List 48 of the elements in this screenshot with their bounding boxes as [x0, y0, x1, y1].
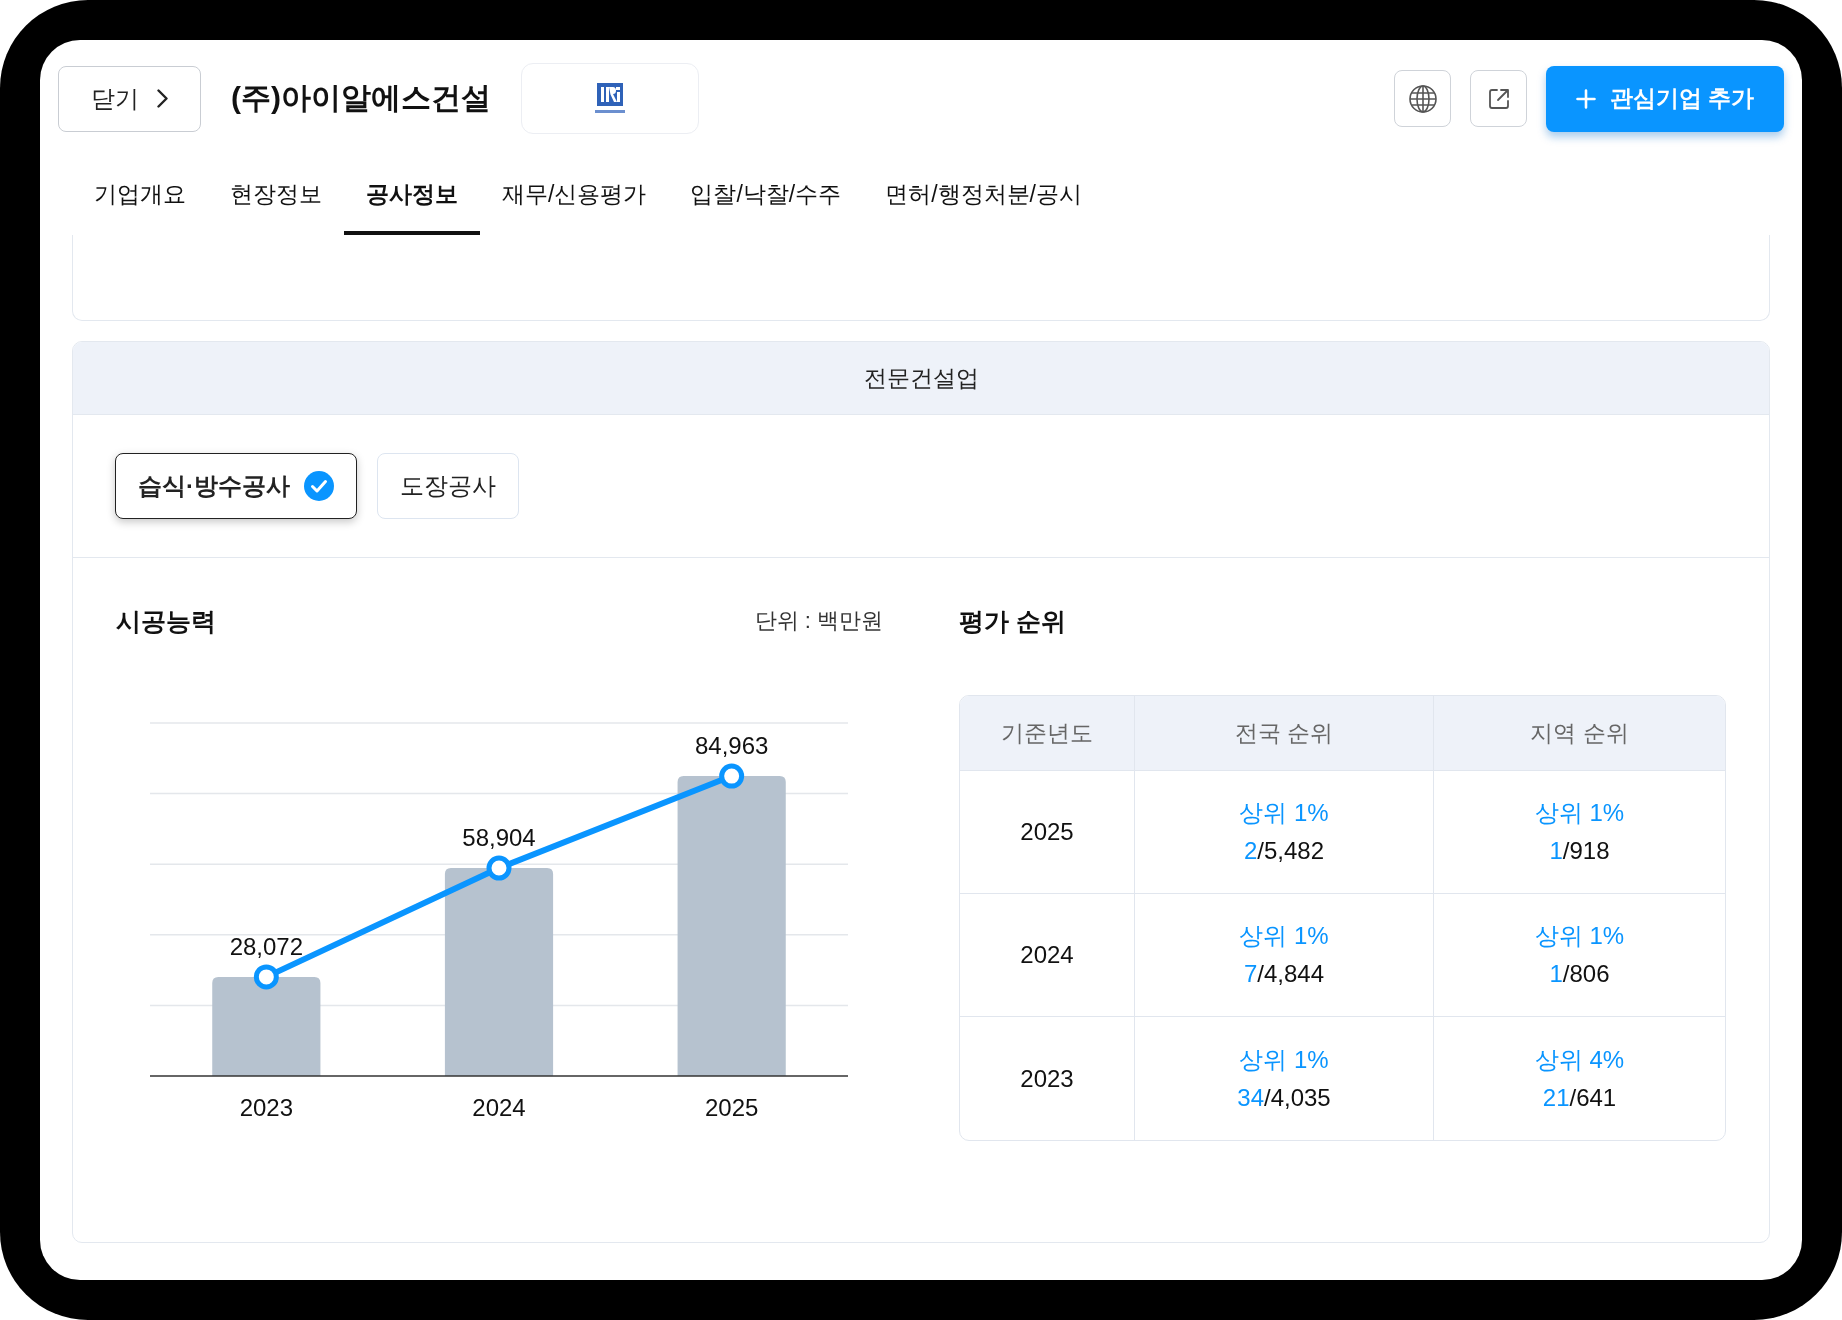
rank-text: 2/5,482 — [1243, 836, 1325, 866]
chart-title: 시공능력 — [116, 605, 216, 637]
axis-label: 2023 — [239, 1094, 294, 1121]
column-header: 지역 순위 — [1434, 696, 1725, 771]
tab[interactable]: 현장정보 — [208, 157, 344, 235]
data-label: 58,904 — [462, 824, 536, 852]
percentile-text: 상위 1% — [1239, 798, 1329, 828]
company-logo — [595, 82, 625, 115]
rank-text: 34/4,035 — [1237, 1082, 1331, 1113]
rank-text: 1/806 — [1549, 959, 1610, 989]
unit-label: 단위 : 백만원 — [754, 607, 883, 635]
percentile-text: 상위 1% — [1534, 921, 1625, 951]
company-name: (주)아이알에스건설 — [231, 80, 491, 116]
check-icon — [304, 471, 334, 501]
data-label: 84,963 — [694, 732, 769, 760]
table-title: 평가 순위 — [959, 605, 1066, 637]
year-cell: 2023 — [960, 1017, 1135, 1140]
work-type-chip[interactable]: 도장공사 — [377, 453, 519, 519]
tab[interactable]: 면허/행정처분/공시 — [863, 157, 1104, 235]
data-label: 28,072 — [229, 932, 304, 960]
data-point — [486, 855, 512, 881]
close-button[interactable]: 닫기 — [58, 65, 201, 132]
globe-icon — [1408, 84, 1437, 113]
column-header: 기준년도 — [960, 696, 1135, 771]
data-point — [253, 964, 279, 990]
section-title: 전문건설업 — [863, 363, 979, 393]
tab[interactable]: 입찰/낙찰/수주 — [668, 157, 864, 235]
tab[interactable]: 기업개요 — [72, 157, 208, 235]
percentile-text: 상위 1% — [1534, 798, 1625, 828]
axis-label: 2025 — [704, 1094, 759, 1121]
axis-label: 2024 — [472, 1094, 526, 1121]
percentile-text: 상위 4% — [1534, 1044, 1625, 1075]
rank-text: 1/918 — [1549, 836, 1610, 866]
percentile-text: 상위 1% — [1239, 1044, 1329, 1075]
language-button[interactable] — [1394, 70, 1451, 127]
year-cell: 2025 — [960, 771, 1135, 894]
tab[interactable]: 재무/신용평가 — [480, 157, 669, 235]
rank-text: 7/4,844 — [1243, 959, 1325, 989]
work-type-chip[interactable]: 습식·방수공사 — [115, 453, 357, 519]
plus-icon — [1575, 88, 1596, 109]
open-external-button[interactable] — [1470, 70, 1527, 127]
chevron-right-icon — [157, 89, 168, 108]
year-cell: 2024 — [960, 894, 1135, 1017]
data-point — [719, 763, 745, 789]
percentile-text: 상위 1% — [1239, 921, 1329, 951]
rank-text: 21/641 — [1542, 1082, 1617, 1113]
external-link-icon — [1487, 87, 1510, 110]
column-header: 전국 순위 — [1135, 696, 1434, 771]
